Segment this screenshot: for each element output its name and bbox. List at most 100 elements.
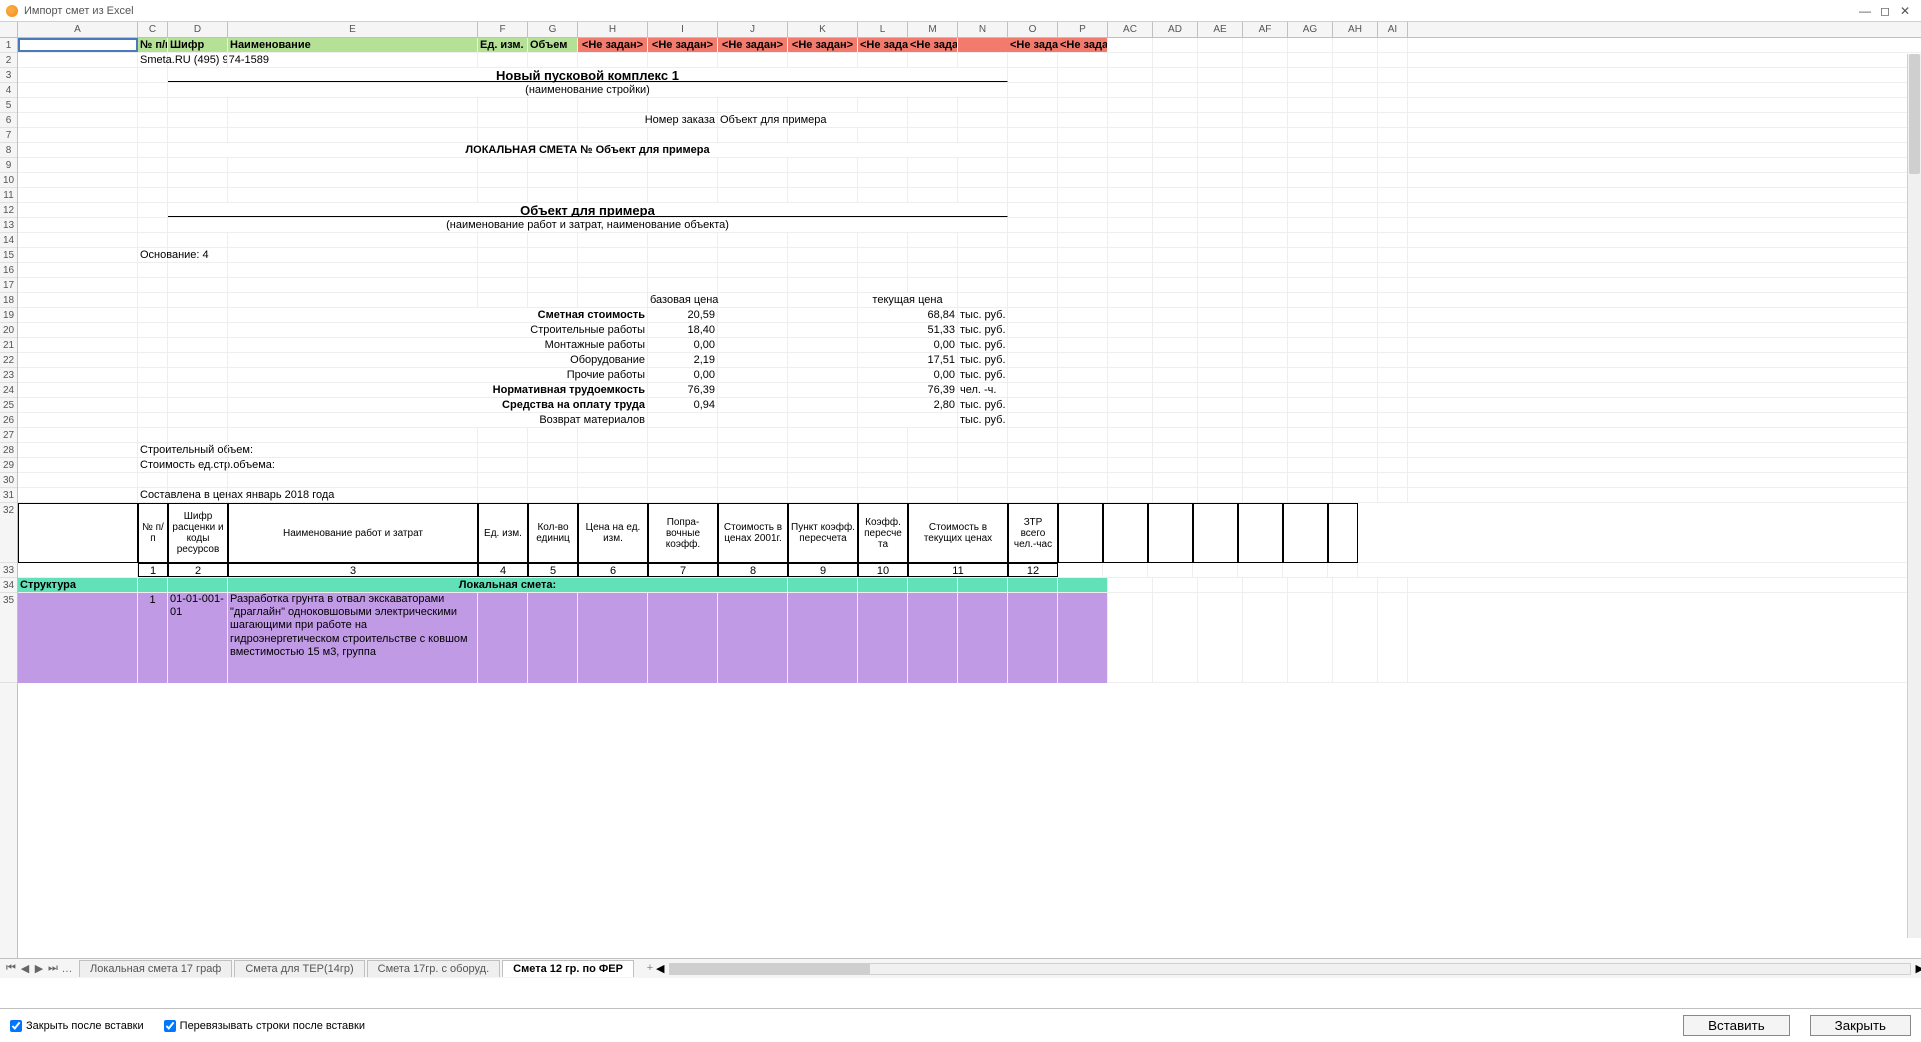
cell[interactable] xyxy=(1108,98,1153,112)
cell[interactable] xyxy=(1153,278,1198,292)
cell[interactable] xyxy=(908,113,958,127)
cell[interactable] xyxy=(1288,293,1333,307)
cell[interactable] xyxy=(18,473,138,487)
cell[interactable] xyxy=(648,278,718,292)
cell[interactable]: Новый пусковой комплекс 1 xyxy=(168,68,1008,82)
cell[interactable]: Сметная стоимость xyxy=(228,308,648,322)
cell[interactable] xyxy=(18,428,138,442)
cell[interactable] xyxy=(1008,398,1058,412)
cell[interactable] xyxy=(648,53,718,67)
cell[interactable] xyxy=(168,398,228,412)
cell[interactable] xyxy=(168,578,228,592)
cell[interactable] xyxy=(1108,128,1153,142)
cell[interactable] xyxy=(788,443,858,457)
cell[interactable] xyxy=(1108,308,1153,322)
cell[interactable] xyxy=(1198,203,1243,217)
cell[interactable] xyxy=(478,428,528,442)
cell[interactable] xyxy=(138,308,168,322)
cell[interactable] xyxy=(528,458,578,472)
cell[interactable] xyxy=(718,158,788,172)
cell[interactable] xyxy=(958,443,1008,457)
cell[interactable] xyxy=(478,278,528,292)
cell[interactable] xyxy=(138,338,168,352)
cell[interactable] xyxy=(1333,308,1378,322)
cell[interactable] xyxy=(228,473,478,487)
cell[interactable] xyxy=(1058,218,1108,232)
cell[interactable] xyxy=(1198,278,1243,292)
cell[interactable] xyxy=(1008,293,1058,307)
cell[interactable]: 12 xyxy=(1008,563,1058,577)
cell[interactable] xyxy=(858,473,908,487)
cell[interactable] xyxy=(1333,383,1378,397)
cell[interactable] xyxy=(478,188,528,202)
cell[interactable] xyxy=(1378,443,1408,457)
cell[interactable] xyxy=(138,68,168,82)
cell[interactable] xyxy=(1108,248,1153,262)
cell[interactable] xyxy=(1378,383,1408,397)
cell[interactable] xyxy=(18,113,138,127)
rebind-rows-input[interactable] xyxy=(164,1020,176,1032)
cell[interactable]: тыс. руб. xyxy=(958,353,1008,367)
cell[interactable] xyxy=(1153,323,1198,337)
cell[interactable] xyxy=(858,578,908,592)
cell[interactable] xyxy=(168,293,228,307)
cell[interactable] xyxy=(858,98,908,112)
cell[interactable] xyxy=(1058,263,1108,277)
cell[interactable]: 10 xyxy=(858,563,908,577)
cell[interactable] xyxy=(1243,308,1288,322)
cell[interactable] xyxy=(1243,593,1288,683)
cell[interactable]: 2 xyxy=(168,563,228,577)
cell[interactable] xyxy=(788,188,858,202)
cell[interactable] xyxy=(1008,233,1058,247)
cell[interactable] xyxy=(138,293,168,307)
cell[interactable] xyxy=(1333,38,1378,52)
cell[interactable] xyxy=(1378,68,1408,82)
cell[interactable] xyxy=(718,188,788,202)
cell[interactable] xyxy=(1283,563,1328,577)
cell[interactable]: Цена на ед. изм. xyxy=(578,503,648,563)
cell[interactable] xyxy=(1288,488,1333,502)
cell[interactable] xyxy=(528,158,578,172)
cell[interactable] xyxy=(1333,98,1378,112)
col-header-J[interactable]: J xyxy=(718,22,788,37)
cell[interactable] xyxy=(1378,98,1408,112)
cell[interactable] xyxy=(138,428,168,442)
cell[interactable] xyxy=(1108,383,1153,397)
cell[interactable] xyxy=(1198,173,1243,187)
sheet-tab[interactable]: Локальная смета 17 граф xyxy=(79,960,232,977)
cell[interactable] xyxy=(18,158,138,172)
cell[interactable] xyxy=(1378,233,1408,247)
cell[interactable] xyxy=(478,263,528,277)
cell[interactable]: (наименование работ и затрат, наименован… xyxy=(168,218,1008,232)
cell[interactable] xyxy=(1288,338,1333,352)
cell[interactable] xyxy=(528,233,578,247)
cell[interactable] xyxy=(1288,323,1333,337)
cell[interactable] xyxy=(1288,308,1333,322)
cell[interactable] xyxy=(858,263,908,277)
cell[interactable] xyxy=(858,248,908,262)
cell[interactable] xyxy=(1288,278,1333,292)
cell[interactable] xyxy=(1333,353,1378,367)
row-header-5[interactable]: 5 xyxy=(0,98,17,113)
cell[interactable] xyxy=(1333,458,1378,472)
cell[interactable] xyxy=(168,233,228,247)
cell[interactable] xyxy=(718,323,788,337)
cell[interactable] xyxy=(1198,158,1243,172)
cell[interactable] xyxy=(1108,488,1153,502)
cell[interactable] xyxy=(18,263,138,277)
cell[interactable] xyxy=(788,338,858,352)
cell[interactable]: <Не задан> xyxy=(788,38,858,52)
cell[interactable] xyxy=(168,263,228,277)
cell[interactable] xyxy=(788,398,858,412)
cell[interactable] xyxy=(18,293,138,307)
cell[interactable] xyxy=(1243,83,1288,97)
cell[interactable] xyxy=(578,173,648,187)
cell[interactable] xyxy=(1328,503,1358,563)
cell[interactable] xyxy=(18,383,138,397)
cell[interactable] xyxy=(958,428,1008,442)
cell[interactable] xyxy=(1333,218,1378,232)
cell[interactable] xyxy=(1378,188,1408,202)
close-button[interactable]: Закрыть xyxy=(1810,1015,1911,1036)
cell[interactable] xyxy=(1058,248,1108,262)
cell[interactable] xyxy=(1153,128,1198,142)
